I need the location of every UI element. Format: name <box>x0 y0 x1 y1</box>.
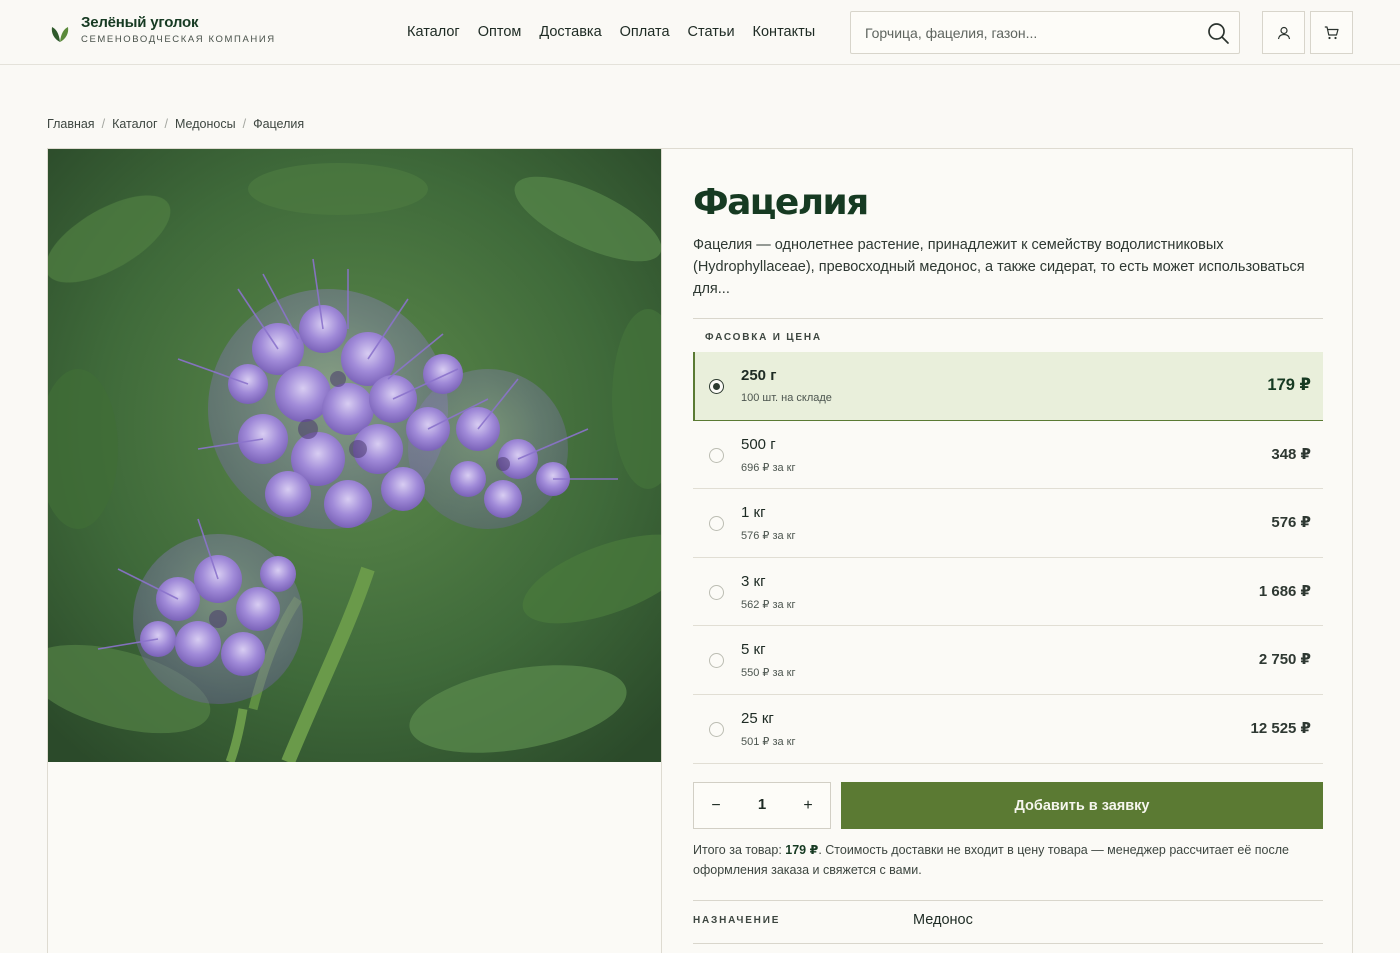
radio-button[interactable] <box>709 653 724 669</box>
packaging-option[interactable]: 3 кг 562 ₽ за кг 1 686 ₽ <box>693 558 1323 627</box>
option-price: 12 525 ₽ <box>1250 719 1311 737</box>
packaging-option[interactable]: 1 кг 576 ₽ за кг 576 ₽ <box>693 489 1323 558</box>
property-divider <box>693 943 1323 944</box>
total-amount: 179 ₽ <box>785 843 819 857</box>
nav-item-articles[interactable]: Статьи <box>688 23 735 41</box>
breadcrumb-catalog[interactable]: Каталог <box>112 117 157 131</box>
quantity-value[interactable]: 1 <box>744 796 780 813</box>
option-price: 179 ₽ <box>1267 376 1311 394</box>
add-to-request-button[interactable]: Добавить в заявку <box>841 782 1323 829</box>
option-weight: 1 кг <box>741 504 766 522</box>
breadcrumb-separator: / <box>101 117 106 131</box>
option-weight: 250 г <box>741 367 777 384</box>
packaging-option[interactable]: 5 кг 550 ₽ за кг 2 750 ₽ <box>693 626 1323 695</box>
leaf-icon <box>51 26 69 42</box>
product-title: Фацелия <box>693 182 869 223</box>
product-card: Фацелия Фацелия — однолетнее растение, п… <box>47 148 1353 953</box>
packaging-section-label: Фасовка и цена <box>705 332 822 343</box>
property-value: Медонос <box>913 912 973 928</box>
option-price: 348 ₽ <box>1271 445 1311 463</box>
card-divider <box>661 149 662 953</box>
breadcrumb-separator: / <box>242 117 247 131</box>
cart-button[interactable] <box>1310 11 1353 54</box>
option-unit-price: 550 ₽ за кг <box>741 667 796 680</box>
logo[interactable]: Зелёный уголок Семеноводческая компания <box>49 14 276 45</box>
user-icon <box>1277 26 1290 39</box>
packaging-option[interactable]: 250 г 100 шт. на складе 179 ₽ <box>693 352 1323 421</box>
radio-button[interactable] <box>709 721 724 737</box>
option-weight: 5 кг <box>741 641 766 659</box>
property-divider <box>693 900 1323 901</box>
nav-item-wholesale[interactable]: Оптом <box>478 23 522 41</box>
breadcrumb-category[interactable]: Медоносы <box>175 117 236 131</box>
option-price: 576 ₽ <box>1271 514 1311 532</box>
nav-item-contacts[interactable]: Контакты <box>753 23 816 41</box>
breadcrumb-current: Фацелия <box>253 117 305 131</box>
account-button[interactable] <box>1262 11 1305 54</box>
quantity-decrease-button[interactable]: − <box>696 783 736 828</box>
radio-button-checked[interactable] <box>709 379 724 394</box>
phacelia-flower-image <box>48 149 661 762</box>
radio-button[interactable] <box>709 447 724 463</box>
option-unit-price: 562 ₽ за кг <box>741 598 796 611</box>
radio-button[interactable] <box>709 584 724 600</box>
option-unit-price: 576 ₽ за кг <box>741 530 796 543</box>
nav-item-payment[interactable]: Оплата <box>620 23 670 41</box>
total-prefix: Итого за товар: <box>693 843 786 857</box>
option-unit-price: 501 ₽ за кг <box>741 735 796 748</box>
option-weight: 3 кг <box>741 572 766 590</box>
site-header: Зелёный уголок Семеноводческая компания … <box>0 0 1400 65</box>
nav-item-catalog[interactable]: Каталог <box>407 23 460 41</box>
packaging-option[interactable]: 25 кг 501 ₽ за кг 12 525 ₽ <box>693 695 1323 764</box>
breadcrumb-separator: / <box>164 117 168 131</box>
option-price: 1 686 ₽ <box>1258 582 1311 600</box>
packaging-options: 250 г 100 шт. на складе 179 ₽ 500 г 696 … <box>693 352 1323 764</box>
search-icon[interactable] <box>1206 21 1230 45</box>
order-total-note: Итого за товар: 179 ₽. Стоимость доставк… <box>693 840 1318 880</box>
product-photo[interactable] <box>48 149 661 762</box>
option-price: 2 750 ₽ <box>1258 651 1311 669</box>
nav-item-delivery[interactable]: Доставка <box>539 23 601 41</box>
property-label: Назначение <box>693 915 781 926</box>
option-weight: 500 г <box>741 435 776 453</box>
section-divider <box>693 318 1323 319</box>
breadcrumb: Главная / Каталог / Медоносы / Фацелия <box>47 117 304 131</box>
search-input[interactable] <box>851 12 1201 53</box>
brand-tagline: Семеноводческая компания <box>81 34 276 45</box>
radio-button[interactable] <box>709 516 724 532</box>
main-nav: Каталог Оптом Доставка Оплата Статьи Кон… <box>407 23 833 41</box>
brand-name: Зелёный уголок <box>81 14 199 31</box>
packaging-option[interactable]: 500 г 696 ₽ за кг 348 ₽ <box>693 421 1323 490</box>
search-box <box>850 11 1240 54</box>
option-weight: 25 кг <box>741 709 774 727</box>
cart-icon <box>1324 25 1339 39</box>
option-stock: 100 шт. на складе <box>741 392 832 404</box>
option-unit-price: 696 ₽ за кг <box>741 461 796 474</box>
quantity-increase-button[interactable]: + <box>788 783 828 828</box>
quantity-stepper: − 1 + <box>693 782 831 829</box>
product-description: Фацелия — однолетнее растение, принадлеж… <box>693 237 1305 297</box>
breadcrumb-home[interactable]: Главная <box>47 117 95 131</box>
